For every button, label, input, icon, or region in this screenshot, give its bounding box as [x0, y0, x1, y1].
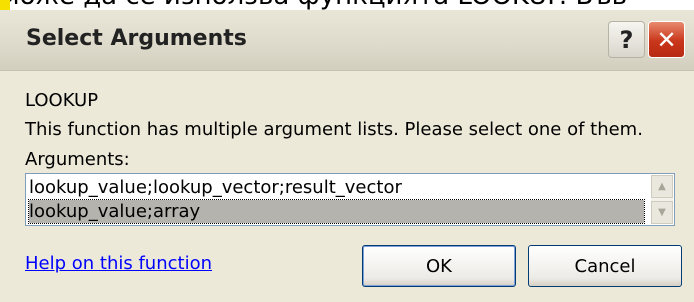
- ok-label: OK: [426, 255, 452, 277]
- description-text: This function has multiple argument list…: [25, 119, 643, 140]
- close-button[interactable]: ✕: [648, 21, 685, 58]
- title-bar[interactable]: Select Arguments ? ✕: [0, 10, 694, 71]
- scroll-up-icon[interactable]: ▲: [651, 175, 673, 198]
- background-document-text: може да се използва функцията LOOKUP. Въ…: [0, 0, 694, 10]
- listbox-scrollbar[interactable]: ▲ ▼: [651, 175, 673, 224]
- highlight-marker: [0, 0, 10, 10]
- close-icon: ✕: [656, 25, 677, 54]
- argument-list-item[interactable]: lookup_value;lookup_vector;result_vector: [29, 176, 644, 199]
- function-name: LOOKUP: [25, 90, 99, 111]
- select-arguments-dialog: Select Arguments ? ✕ LOOKUP This functio…: [0, 10, 694, 302]
- arguments-listbox[interactable]: lookup_value;lookup_vector;result_vector…: [25, 173, 675, 226]
- cancel-button[interactable]: Cancel: [528, 245, 682, 287]
- scroll-down-icon[interactable]: ▼: [651, 201, 673, 224]
- help-on-function-link[interactable]: Help on this function: [25, 253, 212, 274]
- ok-button[interactable]: OK: [362, 245, 516, 287]
- argument-list-item-selected[interactable]: lookup_value;array: [28, 199, 645, 224]
- arguments-label: Arguments:: [25, 149, 130, 170]
- cancel-label: Cancel: [574, 255, 636, 277]
- dialog-title: Select Arguments: [26, 26, 247, 51]
- help-icon: ?: [619, 25, 634, 54]
- help-button[interactable]: ?: [608, 21, 645, 58]
